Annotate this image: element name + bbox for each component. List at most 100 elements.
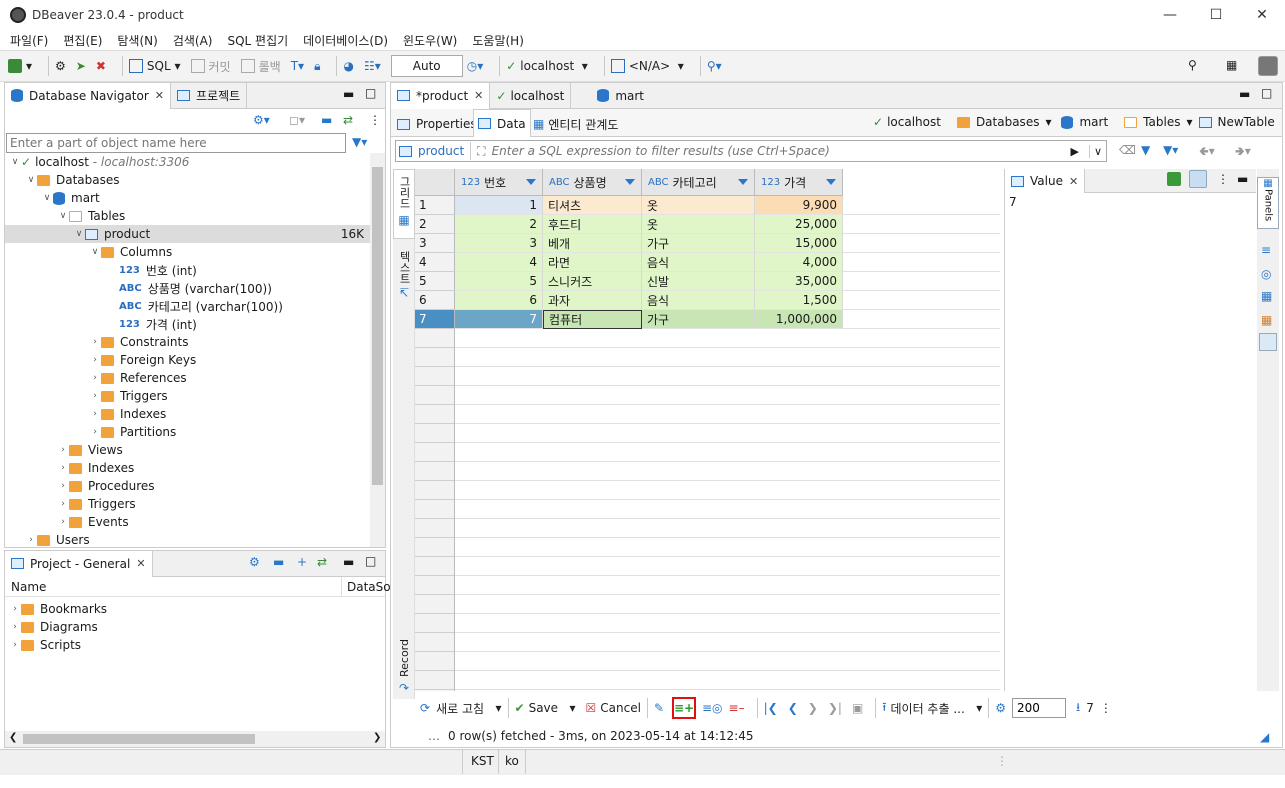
sql-editor-button[interactable]: SQL ▾ <box>128 59 181 73</box>
filter-table-label[interactable]: product <box>418 144 464 158</box>
value-panel-icon[interactable] <box>1259 333 1277 351</box>
tab-product[interactable]: *product ✕ <box>391 82 491 109</box>
tree-node-column[interactable]: 123 번호 (int) <box>119 261 197 279</box>
tree-node-columns[interactable]: ∨ Columns <box>89 243 173 261</box>
table-cell[interactable]: 2 <box>455 215 543 234</box>
subtab-er-diagram[interactable]: ▦ 엔티티 관계도 <box>529 111 622 137</box>
locale-indicator[interactable]: ko <box>498 750 526 774</box>
minimize-button[interactable]: — <box>1147 0 1193 30</box>
metadata-icon[interactable]: ▦ <box>1261 313 1272 327</box>
breadcrumb-tables[interactable]: Tables <box>1143 115 1180 129</box>
table-cell[interactable]: 옷 <box>642 196 755 215</box>
tab-localhost[interactable]: ✓ localhost <box>490 82 572 109</box>
filter-icon[interactable]: ▼▾ <box>352 135 367 149</box>
active-connection-selector[interactable]: ✓ localhost ▾ <box>506 59 588 73</box>
column-header-category[interactable]: ABC 카테고리 <box>642 169 755 196</box>
dbeaver-perspective-icon[interactable] <box>1258 56 1278 76</box>
table-cell[interactable]: 티셔츠 <box>543 196 642 215</box>
close-icon[interactable]: ✕ <box>136 557 145 570</box>
filter-settings-icon[interactable]: ▼ <box>1141 143 1150 157</box>
last-page-icon[interactable]: ❯| <box>828 701 842 715</box>
active-schema-selector[interactable]: < N/A > ▾ <box>610 59 684 73</box>
settings-icon[interactable]: ⚙ <box>249 555 260 569</box>
commit-button[interactable]: 커밋 <box>190 58 231 75</box>
delete-row-icon[interactable]: ≡– <box>729 701 745 715</box>
tab-projects[interactable]: 프로젝트 <box>171 82 248 109</box>
lock-icon[interactable]: 🔒︎ <box>314 59 320 74</box>
table-cell[interactable]: 5 <box>455 272 543 291</box>
maximize-panel-icon[interactable]: □ <box>365 554 376 568</box>
search-icon[interactable]: ⚲▾ <box>707 59 722 73</box>
tab-value[interactable]: Value ✕ <box>1005 169 1086 193</box>
tree-node-indexes[interactable]: › Indexes <box>57 459 134 477</box>
table-cell[interactable]: 4,000 <box>755 253 843 272</box>
breadcrumb-databases[interactable]: Databases <box>976 115 1040 129</box>
table-cell[interactable]: 음식 <box>642 291 755 310</box>
tree-node-column[interactable]: ABC 카테고리 (varchar(100)) <box>119 297 283 315</box>
plug-icon[interactable]: ⚙ <box>55 59 66 73</box>
record-view-tab[interactable]: Record ↷ <box>393 639 415 699</box>
tab-mart[interactable]: mart <box>571 83 650 109</box>
tree-node-tables[interactable]: ∨ Tables <box>57 207 126 225</box>
rollback-button[interactable]: 롤백 <box>240 58 281 75</box>
table-cell[interactable]: 옷 <box>642 215 755 234</box>
tree-node-constraints[interactable]: › Constraints <box>89 333 188 351</box>
table-cell[interactable]: 신발 <box>642 272 755 291</box>
more-icon[interactable]: ⋮ <box>1100 701 1112 715</box>
tree-node-triggers[interactable]: › Triggers <box>89 387 167 405</box>
tree-node-procedures[interactable]: › Procedures <box>57 477 154 495</box>
table-cell[interactable]: 라면 <box>543 253 642 272</box>
menu-database[interactable]: 데이터베이스(D) <box>303 32 388 49</box>
dashboard-icon[interactable]: ◕ <box>343 59 353 73</box>
export-data-button[interactable]: ⭱ 데이터 추출 ... ▾ <box>882 698 982 719</box>
breadcrumb-mart[interactable]: mart <box>1079 115 1108 129</box>
edit-row-icon[interactable]: ✎ <box>654 701 664 715</box>
row-number[interactable]: 7 <box>415 310 455 329</box>
link-icon[interactable]: ⇄ <box>317 555 327 569</box>
table-cell[interactable]: 1 <box>455 196 543 215</box>
tab-project-general[interactable]: Project - General ✕ <box>5 550 153 577</box>
sql-filter-input[interactable] <box>491 144 1071 158</box>
row-number[interactable]: 2 <box>415 215 455 234</box>
table-cell[interactable]: 6 <box>455 291 543 310</box>
column-header-product-name[interactable]: ABC 상품명 <box>543 169 642 196</box>
save-value-icon[interactable] <box>1167 172 1181 186</box>
table-cell[interactable]: 1,000,000 <box>755 310 843 329</box>
transaction-mode-field[interactable]: Auto <box>390 55 463 77</box>
fetch-size-input[interactable] <box>1012 698 1066 718</box>
tree-node-localhost[interactable]: ∨ ✓ localhost - localhost:3306 <box>9 153 190 171</box>
table-cell[interactable]: 3 <box>455 234 543 253</box>
minimize-panel-icon[interactable]: ▬ <box>1237 172 1248 186</box>
next-page-icon[interactable]: ❯ <box>808 701 818 715</box>
row-number[interactable]: 4 <box>415 253 455 272</box>
tab-database-navigator[interactable]: Database Navigator ✕ <box>5 82 172 109</box>
new-connection-button[interactable]: ▾ <box>8 59 32 73</box>
row-number[interactable]: 3 <box>415 234 455 253</box>
table-cell[interactable]: 25,000 <box>755 215 843 234</box>
tree-node-column[interactable]: 123 가격 (int) <box>119 315 197 333</box>
table-cell[interactable]: 1,500 <box>755 291 843 310</box>
transaction-mode-icon[interactable]: T▾ <box>291 59 304 73</box>
cancel-button[interactable]: ☒ Cancel <box>586 701 641 715</box>
minimize-editor-icon[interactable]: ▬ <box>1239 87 1250 101</box>
table-cell[interactable]: 가구 <box>642 310 755 329</box>
row-number[interactable]: 6 <box>415 291 455 310</box>
tree-node-databases[interactable]: ∨ Databases <box>25 171 120 189</box>
maximize-button[interactable]: ☐ <box>1193 0 1239 30</box>
column-header-id[interactable]: 123 번호 <box>455 169 543 196</box>
perspective-icon[interactable]: ▦ <box>1226 58 1237 72</box>
navigator-scrollbar[interactable] <box>370 153 385 547</box>
collapse-all-icon[interactable]: ▬ <box>321 113 332 127</box>
forward-icon[interactable]: 🢂▾ <box>1235 142 1251 163</box>
menu-help[interactable]: 도움말(H) <box>472 32 524 49</box>
table-cell[interactable]: 가구 <box>642 234 755 253</box>
table-cell[interactable]: 스니커즈 <box>543 272 642 291</box>
table-cell[interactable]: 베개 <box>543 234 642 253</box>
duplicate-row-icon[interactable]: ≡◎ <box>702 701 723 715</box>
tree-node-references[interactable]: › References <box>89 369 187 387</box>
subtab-data[interactable]: Data <box>473 109 531 137</box>
tree-node-indexes[interactable]: › Indexes <box>89 405 166 423</box>
tree-node-foreign-keys[interactable]: › Foreign Keys <box>89 351 196 369</box>
table-cell[interactable]: 35,000 <box>755 272 843 291</box>
table-cell[interactable]: 과자 <box>543 291 642 310</box>
